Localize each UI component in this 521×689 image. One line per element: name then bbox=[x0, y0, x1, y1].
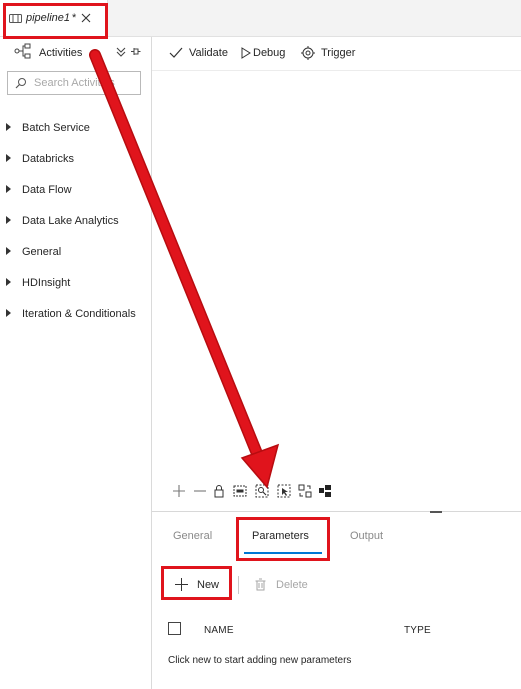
category-general[interactable]: General bbox=[0, 241, 151, 265]
category-label: HDInsight bbox=[22, 277, 71, 289]
expand-arrow-icon bbox=[6, 185, 11, 193]
search-activities-box[interactable] bbox=[7, 71, 141, 95]
checkmark-icon bbox=[169, 47, 183, 58]
pipeline-tab[interactable]: pipeline1 * bbox=[0, 0, 108, 36]
empty-state-message: Click new to start adding new parameters bbox=[168, 655, 352, 666]
unsaved-marker: * bbox=[72, 12, 77, 24]
new-label: New bbox=[197, 579, 220, 591]
tab-title: pipeline1 bbox=[26, 12, 71, 24]
close-icon[interactable] bbox=[81, 13, 91, 23]
debug-label: Debug bbox=[253, 47, 286, 59]
category-hdinsight[interactable]: HDInsight bbox=[0, 272, 151, 296]
category-label: Data Lake Analytics bbox=[22, 215, 119, 227]
validate-button[interactable]: Validate bbox=[169, 45, 229, 61]
category-label: Databricks bbox=[22, 153, 74, 165]
activities-panel: Activities Batch Service Databricks Data… bbox=[0, 37, 152, 689]
delete-parameter-button[interactable]: Delete bbox=[252, 574, 322, 596]
category-data-lake-analytics[interactable]: Data Lake Analytics bbox=[0, 210, 151, 234]
search-icon bbox=[15, 78, 26, 89]
trigger-icon bbox=[301, 46, 315, 60]
tab-output[interactable]: Output bbox=[350, 530, 383, 548]
remove-icon[interactable] bbox=[193, 484, 207, 498]
tab-bar: pipeline1 * bbox=[0, 0, 521, 37]
debug-button[interactable]: Debug bbox=[240, 45, 290, 61]
select-all-checkbox[interactable] bbox=[168, 622, 181, 635]
expand-arrow-icon bbox=[6, 247, 11, 255]
category-batch-service[interactable]: Batch Service bbox=[0, 117, 151, 141]
category-label: Batch Service bbox=[22, 122, 90, 134]
active-tab-indicator bbox=[244, 552, 322, 554]
activities-icon bbox=[14, 43, 31, 59]
panel-splitter[interactable] bbox=[152, 511, 521, 515]
pipeline-canvas[interactable] bbox=[152, 71, 521, 511]
pin-icon[interactable] bbox=[130, 46, 141, 57]
expand-arrow-icon bbox=[6, 278, 11, 286]
pipeline-toolbar: Validate Debug Trigger bbox=[152, 37, 521, 71]
activities-title: Activities bbox=[39, 47, 83, 59]
lock-icon[interactable] bbox=[212, 484, 226, 498]
category-label: General bbox=[22, 246, 62, 258]
resize-grip-icon[interactable] bbox=[430, 511, 442, 513]
expand-arrow-icon bbox=[6, 123, 11, 131]
validate-label: Validate bbox=[189, 47, 228, 59]
select-icon[interactable] bbox=[277, 484, 291, 498]
category-iteration-conditionals[interactable]: Iteration & Conditionals bbox=[0, 303, 151, 327]
add-icon[interactable] bbox=[172, 484, 186, 498]
category-label: Iteration & Conditionals bbox=[22, 308, 136, 320]
search-input[interactable] bbox=[34, 75, 134, 91]
expand-arrow-icon bbox=[6, 154, 11, 162]
autolayout-icon[interactable] bbox=[298, 484, 312, 498]
expand-arrow-icon bbox=[6, 216, 11, 224]
zoom-fit-icon[interactable] bbox=[255, 484, 269, 498]
expand-arrow-icon bbox=[6, 309, 11, 317]
trash-icon bbox=[255, 578, 266, 591]
column-header-name: NAME bbox=[204, 625, 234, 636]
tab-parameters[interactable]: Parameters bbox=[252, 530, 309, 548]
canvas-toolbar bbox=[170, 484, 340, 500]
category-label: Data Flow bbox=[22, 184, 72, 196]
divider bbox=[238, 576, 239, 594]
plus-icon bbox=[175, 578, 188, 591]
tab-general[interactable]: General bbox=[173, 530, 212, 548]
collapse-all-icon[interactable] bbox=[116, 47, 126, 57]
category-databricks[interactable]: Databricks bbox=[0, 148, 151, 172]
activities-header: Activities bbox=[0, 37, 151, 67]
column-header-type: TYPE bbox=[404, 625, 431, 636]
pipeline-icon bbox=[9, 14, 22, 23]
new-parameter-button[interactable]: New bbox=[167, 574, 229, 596]
delete-label: Delete bbox=[276, 579, 308, 591]
trigger-button[interactable]: Trigger bbox=[301, 45, 361, 61]
trigger-label: Trigger bbox=[321, 47, 356, 59]
category-data-flow[interactable]: Data Flow bbox=[0, 179, 151, 203]
play-icon bbox=[241, 47, 251, 59]
layout-icon[interactable] bbox=[318, 484, 332, 498]
zoom-100-icon[interactable] bbox=[233, 484, 247, 498]
